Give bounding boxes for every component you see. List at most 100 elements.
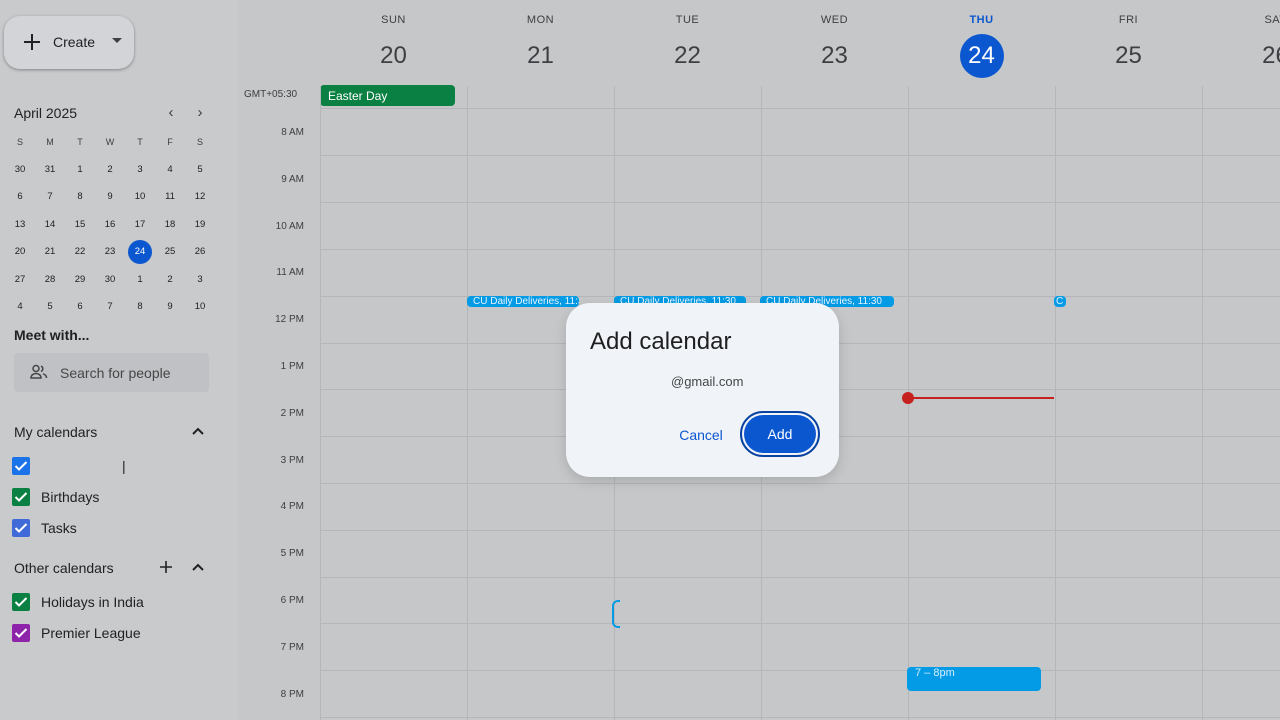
cancel-button[interactable]: Cancel <box>667 423 735 447</box>
hour-gridline <box>320 623 1280 625</box>
mini-calendar-day[interactable]: 20 <box>5 246 35 257</box>
mini-calendar-day[interactable]: 12 <box>185 191 215 202</box>
mini-calendar-day[interactable]: 7 <box>35 191 65 202</box>
event-chip[interactable]: CU Daily Deliveries, 11:30 <box>467 296 579 307</box>
day-of-week: SUN <box>381 14 406 26</box>
mini-calendar-day[interactable]: 1 <box>125 274 155 285</box>
mini-calendar-day[interactable]: 2 <box>155 274 185 285</box>
day-number[interactable]: 26 <box>1254 34 1280 78</box>
mini-calendar-day[interactable]: 3 <box>185 274 215 285</box>
mini-calendar-day[interactable]: 9 <box>95 191 125 202</box>
hour-label: 1 PM <box>280 361 304 372</box>
add-button[interactable]: Add <box>740 411 820 457</box>
mini-calendar-day[interactable]: 7 <box>95 301 125 312</box>
mini-calendar-day[interactable]: 16 <box>95 219 125 230</box>
mini-calendar-day-label: 6 <box>17 191 23 203</box>
mini-calendar-day[interactable]: 19 <box>185 219 215 230</box>
mini-calendar-day[interactable]: 3 <box>125 164 155 175</box>
mini-calendar-day[interactable]: 10 <box>185 301 215 312</box>
calendar-item[interactable]: Tasks <box>12 518 212 538</box>
mini-calendar-day-label: 24 <box>128 239 152 264</box>
mini-calendar-day[interactable]: 26 <box>185 246 215 257</box>
mini-calendar-day-label: 7 <box>107 301 113 313</box>
mini-calendar-day[interactable]: 24 <box>125 239 155 264</box>
mini-calendar-day[interactable]: 5 <box>185 164 215 175</box>
mini-calendar-day[interactable]: 27 <box>5 274 35 285</box>
calendar-checkbox[interactable] <box>12 457 30 475</box>
day-number[interactable]: 25 <box>1107 34 1151 78</box>
calendar-checkbox[interactable] <box>12 488 30 506</box>
mini-calendar-day[interactable]: 31 <box>35 164 65 175</box>
mini-calendar-day[interactable]: 23 <box>95 246 125 257</box>
mini-calendar-day[interactable]: 17 <box>125 219 155 230</box>
mini-calendar-day-label: 26 <box>194 246 206 258</box>
mini-calendar-day[interactable]: 10 <box>125 191 155 202</box>
calendar-checkbox[interactable] <box>12 519 30 537</box>
mini-calendar-day[interactable]: 6 <box>65 301 95 312</box>
mini-calendar-day[interactable]: 13 <box>5 219 35 230</box>
create-button[interactable]: Create <box>4 16 134 69</box>
allday-event[interactable]: Easter Day <box>320 85 455 106</box>
event-block[interactable]: 7 – 8pm <box>907 667 1041 691</box>
mini-calendar-day[interactable]: 29 <box>65 274 95 285</box>
day-number[interactable]: 20 <box>372 34 416 78</box>
day-number[interactable]: 21 <box>519 34 563 78</box>
day-number[interactable]: 23 <box>813 34 857 78</box>
mini-calendar-day[interactable]: 28 <box>35 274 65 285</box>
chevron-up-icon[interactable] <box>191 562 205 572</box>
other-calendars-title[interactable]: Other calendars <box>14 560 114 576</box>
mini-calendar-day[interactable]: 6 <box>5 191 35 202</box>
my-calendars-title[interactable]: My calendars <box>14 424 97 440</box>
mini-calendar-day[interactable]: 14 <box>35 219 65 230</box>
mini-calendar-day-label: 1 <box>77 163 83 175</box>
add-calendar-icon[interactable] <box>159 560 173 574</box>
day-of-week: SAT <box>1264 14 1280 26</box>
mini-calendar-dow: W <box>105 136 115 147</box>
mini-calendar-day[interactable]: 4 <box>155 164 185 175</box>
mini-calendar-day-label: 12 <box>194 191 206 203</box>
mini-calendar-day[interactable]: 21 <box>35 246 65 257</box>
mini-calendar-day[interactable]: 30 <box>5 164 35 175</box>
calendar-item[interactable]: Birthdays <box>12 487 212 507</box>
chevron-left-icon[interactable]: ‹ <box>162 104 180 121</box>
calendar-name: Tasks <box>41 520 77 536</box>
mini-calendar-day[interactable]: 15 <box>65 219 95 230</box>
mini-calendar-day-label: 30 <box>14 163 26 175</box>
mini-calendar-day-label: 25 <box>164 246 176 258</box>
hour-gridline <box>320 202 1280 204</box>
mini-calendar-day[interactable]: 2 <box>95 164 125 175</box>
check-icon <box>14 461 28 471</box>
mini-calendar-day[interactable]: 11 <box>155 191 185 202</box>
calendar-checkbox[interactable] <box>12 624 30 642</box>
calendar-item[interactable]: | <box>12 456 212 476</box>
mini-calendar-day[interactable]: 1 <box>65 164 95 175</box>
mini-calendar-day-label: 16 <box>104 218 116 230</box>
chevron-right-icon[interactable]: › <box>191 104 209 121</box>
mini-calendar-day-label: 15 <box>74 218 86 230</box>
event-chip[interactable]: C <box>1054 296 1066 307</box>
calendar-item[interactable]: Premier League <box>12 623 212 643</box>
mini-calendar-day[interactable]: 22 <box>65 246 95 257</box>
mini-calendar-day[interactable]: 8 <box>125 301 155 312</box>
mini-calendar-day[interactable]: 30 <box>95 274 125 285</box>
mini-calendar-day[interactable]: 25 <box>155 246 185 257</box>
day-number[interactable]: 24 <box>959 34 1004 78</box>
day-number[interactable]: 22 <box>666 34 710 78</box>
hour-label: 8 PM <box>280 688 304 700</box>
search-people-input[interactable]: Search for people <box>14 353 209 392</box>
mini-calendar-day-label: 2 <box>107 163 113 175</box>
chevron-up-icon[interactable] <box>191 426 205 436</box>
mini-calendar-day[interactable]: 4 <box>5 301 35 312</box>
mini-calendar-day[interactable]: 8 <box>65 191 95 202</box>
mini-calendar-day[interactable]: 5 <box>35 301 65 312</box>
search-people-placeholder: Search for people <box>60 365 171 381</box>
calendar-item[interactable]: Holidays in India <box>12 592 212 612</box>
mini-calendar-day[interactable]: 9 <box>155 301 185 312</box>
event-chip-edge[interactable] <box>612 600 620 628</box>
calendar-checkbox[interactable] <box>12 593 30 611</box>
mini-calendar-day[interactable]: 18 <box>155 219 185 230</box>
create-label: Create <box>53 34 96 50</box>
mini-calendar-day-label: 9 <box>107 191 113 203</box>
day-of-week: TUE <box>675 14 700 26</box>
hour-label: 6 PM <box>280 595 304 606</box>
